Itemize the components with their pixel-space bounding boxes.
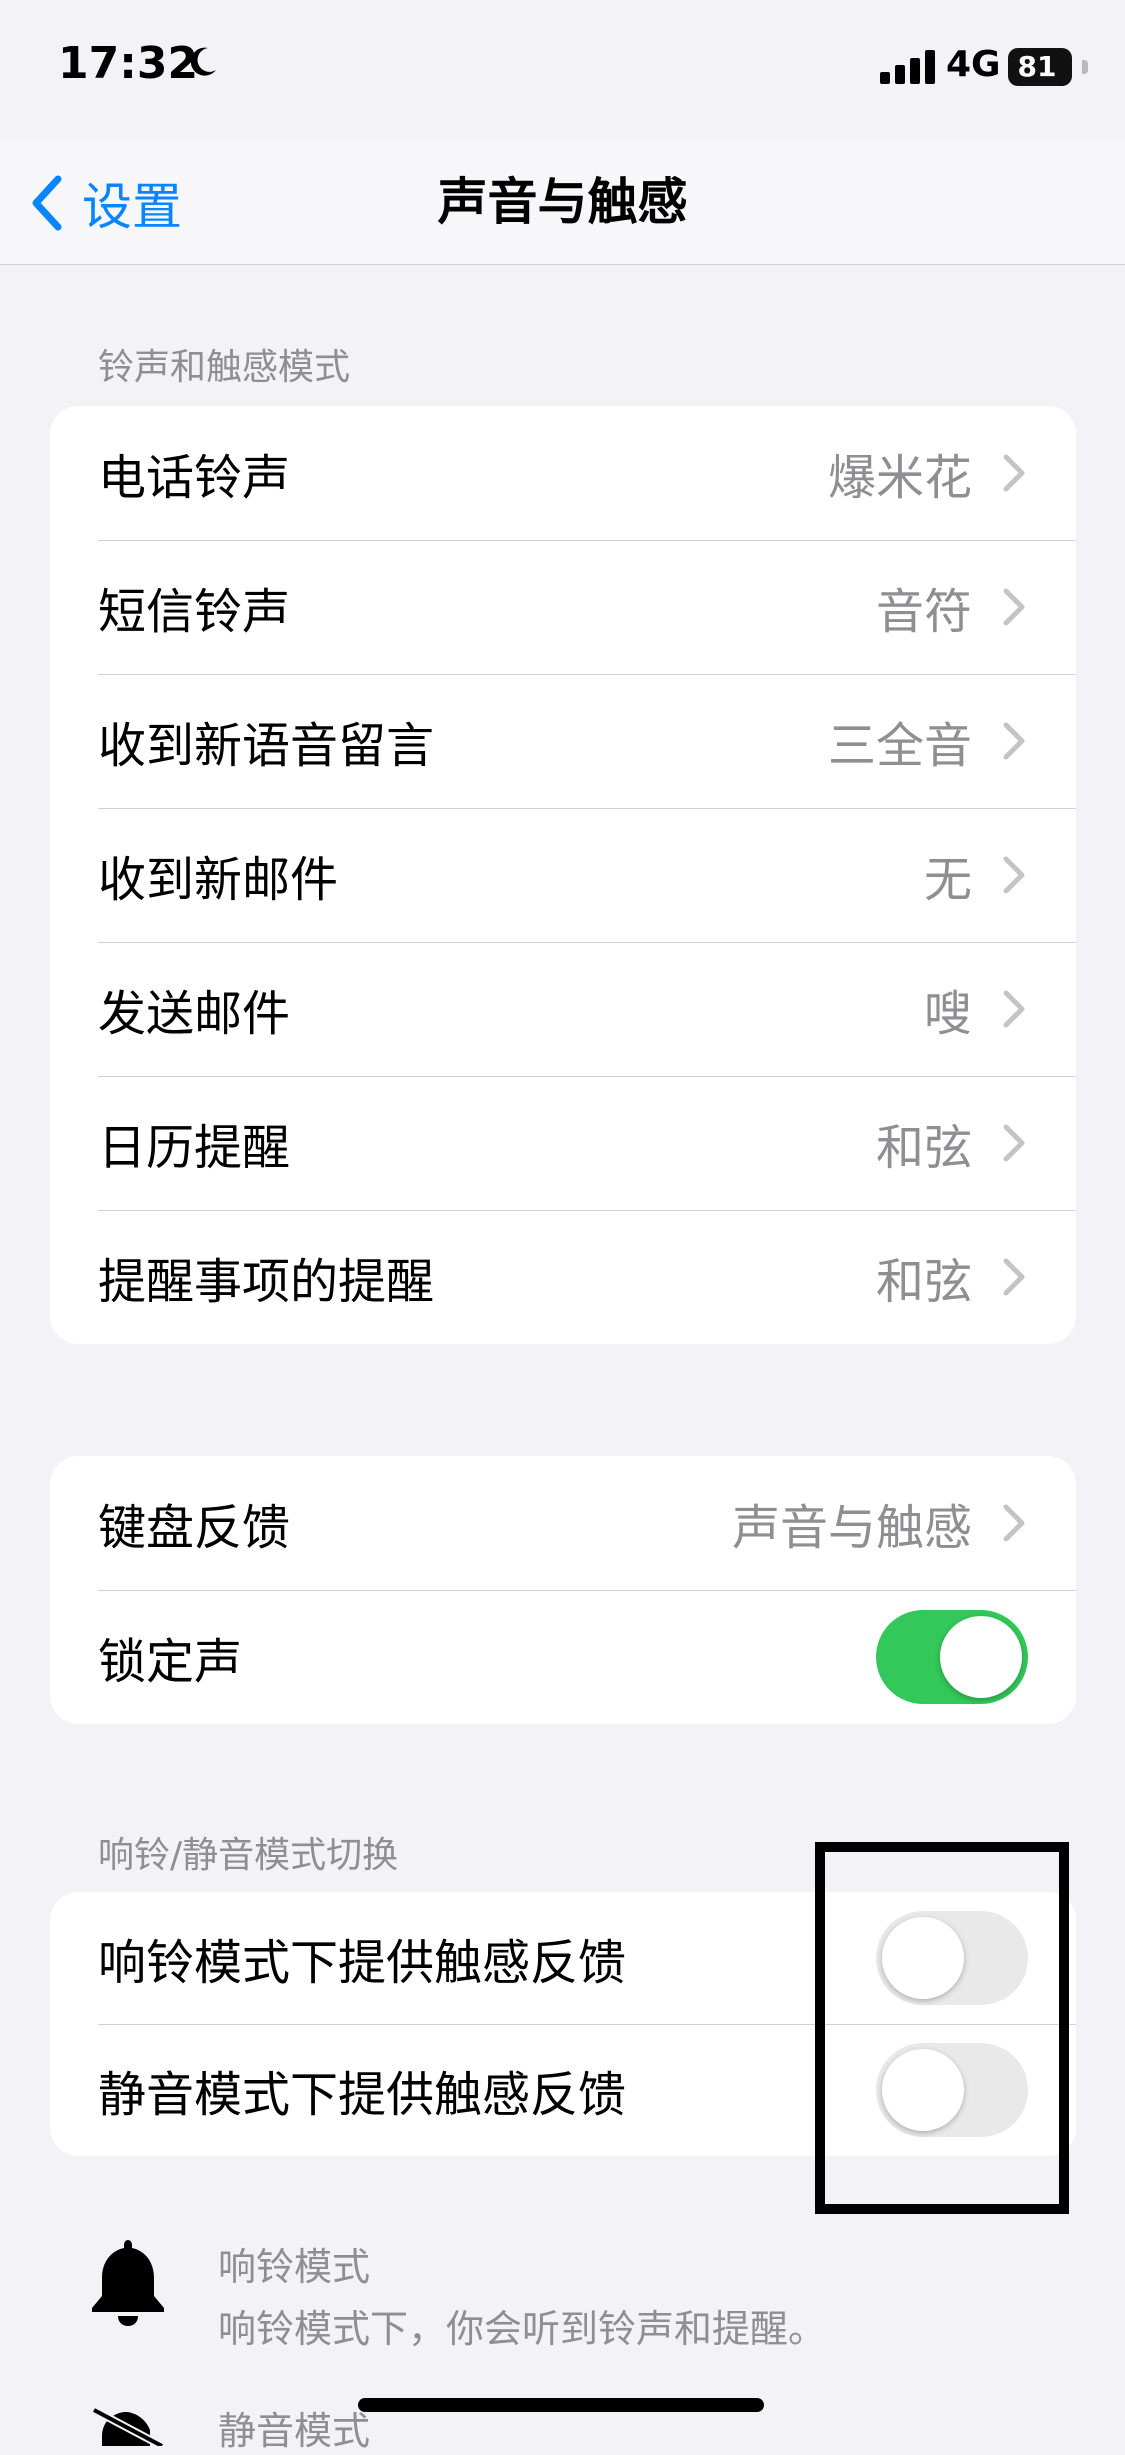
feedback-group: 键盘反馈 声音与触感 锁定声: [50, 1456, 1076, 1724]
status-bar: 17:32 4G 81: [0, 0, 1125, 140]
row-label: 短信铃声: [98, 584, 291, 640]
row-label: 响铃模式下提供触感反馈: [98, 1935, 627, 1991]
row-label: 电话铃声: [98, 450, 291, 506]
toggle-knob: [940, 1616, 1022, 1698]
row-label: 发送邮件: [98, 986, 291, 1042]
list-item[interactable]: 收到新语音留言 三全音: [50, 674, 1076, 808]
row-value: 三全音: [827, 718, 972, 774]
row-value: 和弦: [875, 1254, 972, 1310]
chevron-right-icon: [1003, 856, 1025, 894]
chevron-right-icon: [1003, 722, 1025, 760]
chevron-right-icon: [1003, 990, 1025, 1028]
row-label: 键盘反馈: [98, 1500, 291, 1556]
section-header-switch: 响铃/静音模式切换: [98, 1835, 399, 1876]
page-title: 声音与触感: [437, 173, 688, 231]
bell-slash-icon: [92, 2406, 164, 2446]
chevron-right-icon: [1003, 454, 1025, 492]
lock-sound-toggle[interactable]: [876, 1610, 1028, 1704]
signal-bars-icon: [880, 50, 935, 84]
row-value: 无: [923, 852, 972, 908]
row-label: 锁定声: [98, 1634, 243, 1690]
list-item[interactable]: 日历提醒 和弦: [50, 1076, 1076, 1210]
list-item[interactable]: 短信铃声 音符: [50, 540, 1076, 674]
ring-mode-description: 响铃模式下，你会听到铃声和提醒。: [218, 2307, 827, 2351]
list-item[interactable]: 发送邮件 嗖: [50, 942, 1076, 1076]
row-label: 提醒事项的提醒: [98, 1254, 435, 1310]
ring-mode-title: 响铃模式: [218, 2245, 371, 2289]
list-item[interactable]: 收到新邮件 无: [50, 808, 1076, 942]
network-type: 4G: [946, 44, 1001, 85]
moon-icon: [190, 47, 216, 76]
bell-icon: [92, 2240, 164, 2326]
row-value: 爆米花: [827, 450, 972, 506]
row-label: 静音模式下提供触感反馈: [98, 2067, 627, 2123]
status-time: 17:32: [58, 38, 199, 89]
ring-mode-info: 响铃模式 响铃模式下，你会听到铃声和提醒。: [88, 2236, 988, 2356]
battery-icon: 81: [1008, 48, 1088, 86]
silent-mode-title: 静音模式: [218, 2409, 371, 2453]
list-item[interactable]: 提醒事项的提醒 和弦: [50, 1210, 1076, 1344]
home-indicator: [358, 2398, 764, 2412]
chevron-right-icon: [1003, 1504, 1025, 1542]
row-value: 和弦: [875, 1120, 972, 1176]
row-label: 日历提醒: [98, 1120, 291, 1176]
navigation-bar: 设置 声音与触感: [0, 140, 1125, 265]
section-header-ringtones: 铃声和触感模式: [98, 347, 351, 388]
chevron-right-icon: [1003, 588, 1025, 626]
chevron-right-icon: [1003, 1124, 1025, 1162]
ringtones-group: 电话铃声 爆米花 短信铃声 音符 收到新语音留言 三全音 收到新邮件 无 发送邮…: [50, 406, 1076, 1344]
row-value: 音符: [875, 584, 972, 640]
row-value: 声音与触感: [731, 1500, 972, 1556]
chevron-right-icon: [1003, 1258, 1025, 1296]
keyboard-feedback-row[interactable]: 键盘反馈 声音与触感: [50, 1456, 1076, 1590]
highlight-box: [815, 1842, 1069, 2214]
row-label: 收到新邮件: [98, 852, 339, 908]
lock-sound-row: 锁定声: [50, 1590, 1076, 1724]
row-value: 嗖: [923, 986, 972, 1042]
row-label: 收到新语音留言: [98, 718, 435, 774]
list-item[interactable]: 电话铃声 爆米花: [50, 406, 1076, 540]
battery-level: 81: [1017, 50, 1057, 83]
